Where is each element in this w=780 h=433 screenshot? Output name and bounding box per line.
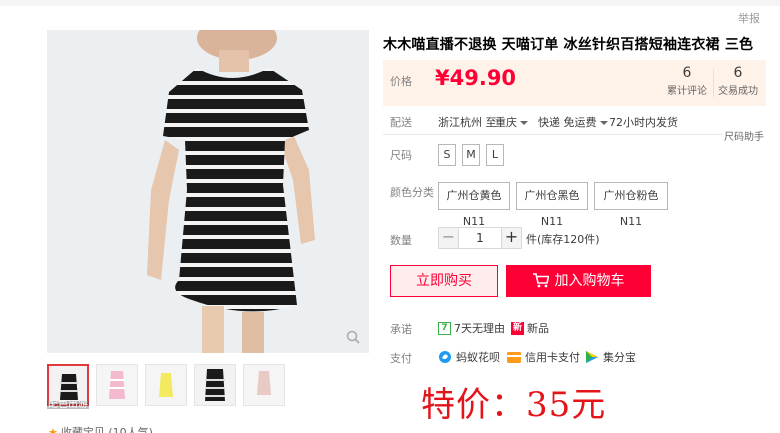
payment-credit-card[interactable]: 信用卡支付 xyxy=(507,349,580,365)
section-divider xyxy=(383,134,723,135)
new-icon: 新 xyxy=(511,321,524,335)
ship-to-select[interactable]: 重庆 xyxy=(495,114,528,130)
promise-label: 承诺 xyxy=(390,323,412,336)
thumbnail-2[interactable] xyxy=(96,364,138,406)
favorite-link[interactable]: ★ 收藏宝贝 (10人气) xyxy=(48,424,153,433)
top-strip xyxy=(0,0,780,6)
credit-card-icon xyxy=(507,351,521,363)
product-title: 木木喵直播不退换 天喵订单 冰丝针织百搭短袖连衣裙 三色 xyxy=(383,37,754,53)
color-label: 颜色分类 xyxy=(390,186,434,199)
thumbnail-4[interactable] xyxy=(194,364,236,406)
quantity-decrement-button[interactable]: − xyxy=(439,228,459,248)
chevron-down-icon xyxy=(520,121,528,125)
huabei-label: 蚂蚁花呗 xyxy=(456,351,500,364)
size-label: 尺码 xyxy=(390,149,412,162)
payment-huabei[interactable]: 蚂蚁花呗 xyxy=(438,349,500,365)
ship-method-value: 快递 免运费 xyxy=(538,116,597,129)
huabei-icon xyxy=(439,351,451,363)
size-option-m[interactable]: M xyxy=(462,144,480,166)
seven-day-label: 7天无理由 xyxy=(454,322,505,335)
reviews-count: 6 xyxy=(682,65,692,81)
payment-label: 支付 xyxy=(390,352,412,365)
payment-jifenbao[interactable]: 集分宝 xyxy=(585,349,636,365)
ship-to-value: 重庆 xyxy=(495,116,517,129)
add-to-cart-button[interactable]: 加入购物车 xyxy=(506,265,651,297)
dress-photo xyxy=(47,30,369,353)
quantity-input[interactable]: 1 xyxy=(459,228,501,248)
stock-text: 件(库存120件) xyxy=(526,233,600,246)
new-product-badge[interactable]: 新 新品 xyxy=(511,320,549,336)
star-icon: ★ xyxy=(48,425,58,433)
size-helper-link[interactable]: 尺码助手 xyxy=(724,128,764,143)
sales-count: 6 xyxy=(733,65,743,81)
cart-icon xyxy=(532,273,550,288)
color-option-black[interactable]: 广州仓黑色N11 xyxy=(516,182,588,228)
thumbnail-strip xyxy=(47,364,285,406)
price-value: ¥49.90 xyxy=(435,66,517,90)
color-option-pink[interactable]: 广州仓粉色N11 xyxy=(594,182,668,228)
ship-from: 浙江杭州 至 xyxy=(438,116,497,129)
price-label: 价格 xyxy=(390,75,412,88)
shipping-label: 配送 xyxy=(390,116,412,129)
quantity-stepper: − 1 + xyxy=(438,227,522,249)
main-product-image[interactable] xyxy=(47,30,369,353)
buy-now-button[interactable]: 立即购买 xyxy=(390,265,498,297)
thumbnail-5[interactable] xyxy=(243,364,285,406)
size-option-l[interactable]: L xyxy=(486,144,504,166)
thumbnail-1[interactable] xyxy=(47,364,89,406)
credit-card-label: 信用卡支付 xyxy=(525,351,580,364)
chevron-down-icon xyxy=(599,121,608,125)
favorite-label: 收藏宝贝 (10人气) xyxy=(60,426,153,433)
seven-day-return[interactable]: 7 7天无理由 xyxy=(438,320,505,336)
special-price-overlay: 特价：35元 xyxy=(421,385,607,425)
add-to-cart-label: 加入购物车 xyxy=(554,273,625,289)
jifenbao-icon xyxy=(586,351,598,363)
jifenbao-label: 集分宝 xyxy=(603,351,636,364)
reviews-label: 累计评论 xyxy=(667,86,707,97)
sales-label: 交易成功 xyxy=(718,86,758,97)
thumbnail-3[interactable] xyxy=(145,364,187,406)
sales-stat: 6 交易成功 xyxy=(713,65,763,97)
size-option-s[interactable]: S xyxy=(438,144,456,166)
report-link[interactable]: 举报 xyxy=(738,10,760,26)
color-option-yellow[interactable]: 广州仓黄色N11 xyxy=(438,182,510,228)
reviews-stat[interactable]: 6 累计评论 xyxy=(663,65,711,97)
thumbnail-caption: 配色出游 xyxy=(47,401,89,409)
zoom-icon[interactable] xyxy=(346,330,360,344)
quantity-increment-button[interactable]: + xyxy=(501,228,521,248)
ship-time: 72小时内发货 xyxy=(609,116,678,129)
new-label: 新品 xyxy=(527,322,549,335)
ship-method-select[interactable]: 快递 免运费 xyxy=(538,114,608,130)
seven-day-icon: 7 xyxy=(438,321,451,335)
price-panel: 价格 ¥49.90 6 累计评论 6 交易成功 xyxy=(383,60,766,106)
quantity-label: 数量 xyxy=(390,234,412,247)
